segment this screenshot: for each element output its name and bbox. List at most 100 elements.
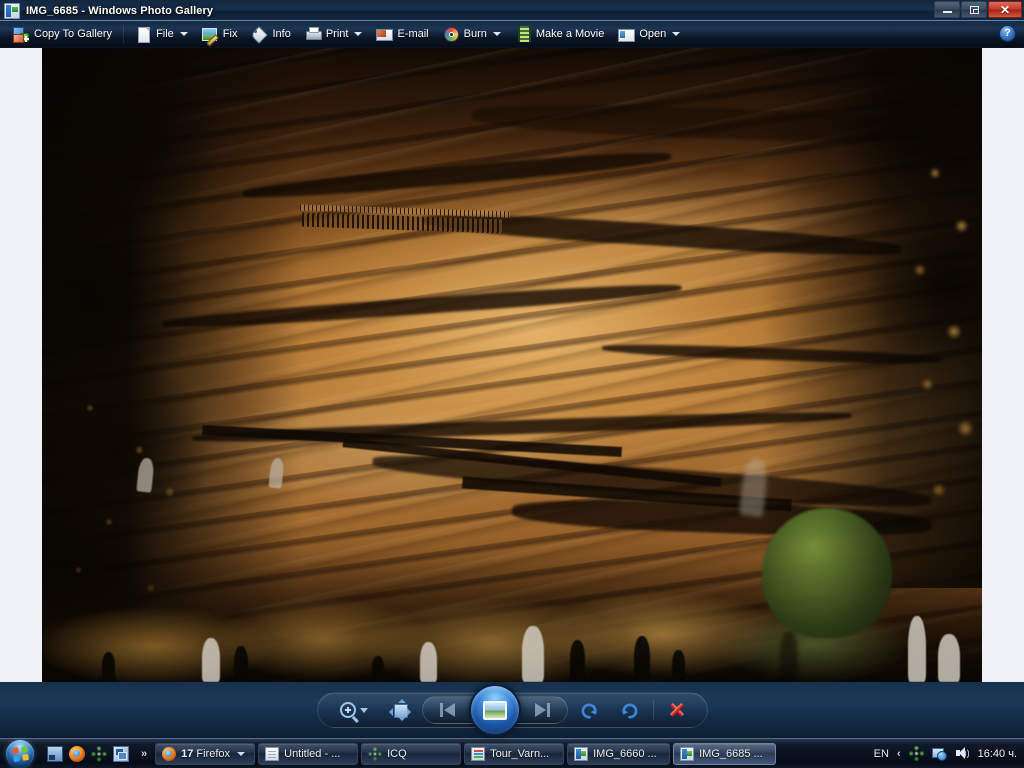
photo-image[interactable]: [42, 48, 982, 682]
toolbar-item-copy-to-gallery[interactable]: Copy To Gallery: [6, 23, 119, 46]
toolbar-item-email[interactable]: E-mail: [369, 23, 435, 46]
toolbar-item-fix[interactable]: Fix: [195, 23, 245, 46]
task-button-img-6660[interactable]: IMG_6660 ...: [567, 742, 671, 765]
zoom-button[interactable]: [328, 695, 380, 725]
notepad-icon: [265, 746, 280, 761]
task-label: IMG_6660 ...: [593, 747, 657, 760]
magnifier-plus-icon: [339, 702, 356, 718]
toolbar-item-print[interactable]: Print: [298, 23, 370, 46]
photo-gallery-window: IMG_6685 - Windows Photo Gallery ✕ Copy …: [0, 0, 1024, 738]
firefox-icon[interactable]: [69, 745, 85, 762]
photo-person: [634, 636, 650, 682]
play-slideshow-button[interactable]: [468, 684, 521, 736]
task-button-firefox[interactable]: 17 Firefox: [155, 742, 256, 765]
email-icon: [376, 26, 394, 42]
delete-button[interactable]: [657, 695, 697, 725]
switch-windows-icon[interactable]: [113, 745, 129, 762]
network-icon[interactable]: [931, 746, 947, 761]
photo-viewer-area[interactable]: [0, 48, 1024, 682]
skip-previous-icon: [439, 703, 458, 717]
photo-person: [570, 640, 585, 682]
toolbar-label: Copy To Gallery: [34, 28, 113, 40]
start-button[interactable]: [1, 739, 39, 768]
fit-to-window-icon: [388, 699, 411, 721]
task-label: ICQ: [387, 747, 407, 760]
printer-icon: [305, 26, 322, 42]
main-toolbar: Copy To Gallery File Fix Info Print E-ma…: [0, 21, 1024, 48]
photo-gallery-icon: [680, 746, 695, 761]
next-button[interactable]: [515, 695, 567, 725]
file-icon: [135, 26, 151, 43]
slideshow-play-icon: [482, 700, 507, 720]
task-button-img-6685[interactable]: IMG_6685 ...: [673, 742, 777, 765]
task-label: Tour_Varn...: [490, 747, 550, 760]
fix-icon: [201, 26, 218, 42]
photo-person: [908, 616, 926, 682]
burn-disc-icon: [443, 26, 459, 42]
tray-expand-chevron-icon[interactable]: ‹: [897, 748, 901, 760]
restore-button[interactable]: [961, 1, 987, 18]
quick-launch-overflow[interactable]: »: [141, 748, 147, 760]
task-button-notepad[interactable]: Untitled - ...: [258, 742, 359, 765]
toolbar-label: Burn: [463, 28, 487, 40]
toolbar-label: Open: [639, 28, 667, 40]
playback-nav-group: [421, 684, 568, 736]
show-desktop-icon[interactable]: [47, 745, 63, 762]
chevron-down-icon: [237, 751, 245, 756]
task-button-icq[interactable]: ICQ: [361, 742, 462, 765]
language-indicator[interactable]: EN: [874, 748, 889, 760]
icq-icon: [368, 746, 383, 761]
photo-gallery-icon: [574, 746, 589, 761]
volume-icon[interactable]: )): [955, 746, 970, 761]
toolbar-item-make-a-movie[interactable]: Make a Movie: [508, 23, 611, 46]
rotate-left-icon: [580, 701, 599, 720]
firefox-icon: [162, 746, 177, 761]
chevron-down-icon: [179, 32, 188, 36]
help-button[interactable]: ?: [999, 25, 1016, 42]
task-label: Firefox: [196, 747, 230, 760]
toolbar-label: Fix: [222, 28, 238, 40]
icq-icon[interactable]: [91, 745, 107, 762]
toolbar-item-burn[interactable]: Burn: [436, 23, 508, 46]
minimize-icon: [942, 11, 952, 13]
quick-launch-bar: »: [47, 745, 149, 762]
rotate-counterclockwise-button[interactable]: [570, 695, 610, 725]
task-label: IMG_6685 ...: [699, 747, 763, 760]
chevron-down-icon: [672, 32, 681, 36]
clock[interactable]: 16:40 ч.: [978, 748, 1017, 760]
window-controls: ✕: [934, 1, 1022, 18]
title-bar[interactable]: IMG_6685 - Windows Photo Gallery ✕: [0, 0, 1024, 21]
photo-person: [780, 632, 798, 682]
photo-person: [938, 634, 960, 682]
minimize-button[interactable]: [934, 1, 960, 18]
taskbar: » 17 Firefox Untitled - ... ICQ Tour_Var…: [0, 738, 1024, 768]
photo-person: [372, 656, 384, 682]
close-icon: ✕: [999, 2, 1011, 17]
task-label: Untitled - ...: [284, 747, 341, 760]
toolbar-label: Make a Movie: [535, 28, 605, 40]
photo-person: [672, 650, 685, 682]
photo-bush: [762, 508, 892, 638]
open-window-icon: [618, 26, 636, 42]
fit-to-window-button[interactable]: [380, 695, 420, 725]
system-tray: EN ‹ )) 16:40 ч.: [874, 746, 1024, 761]
task-button-tour-varna[interactable]: Tour_Varn...: [464, 742, 565, 765]
plus-icon: [20, 33, 29, 42]
toolbar-item-open[interactable]: Open: [611, 23, 687, 46]
rotate-clockwise-button[interactable]: [610, 695, 650, 725]
movie-film-icon: [515, 26, 531, 42]
toolbar-label: E-mail: [397, 28, 429, 40]
toolbar-item-info[interactable]: Info: [244, 23, 297, 46]
windows-logo-icon: [6, 739, 34, 768]
chevron-down-icon: [492, 32, 501, 36]
close-button[interactable]: ✕: [988, 1, 1022, 18]
book-icon: [471, 746, 486, 761]
toolbar-label: Print: [325, 28, 349, 40]
icq-tray-icon[interactable]: [908, 746, 924, 761]
info-tag-icon: [251, 26, 267, 42]
toolbar-item-file[interactable]: File: [128, 23, 195, 46]
copy-to-gallery-icon: [13, 26, 29, 43]
toolbar-label: Info: [272, 28, 291, 40]
previous-button[interactable]: [423, 695, 475, 725]
rotate-right-icon: [620, 701, 639, 720]
